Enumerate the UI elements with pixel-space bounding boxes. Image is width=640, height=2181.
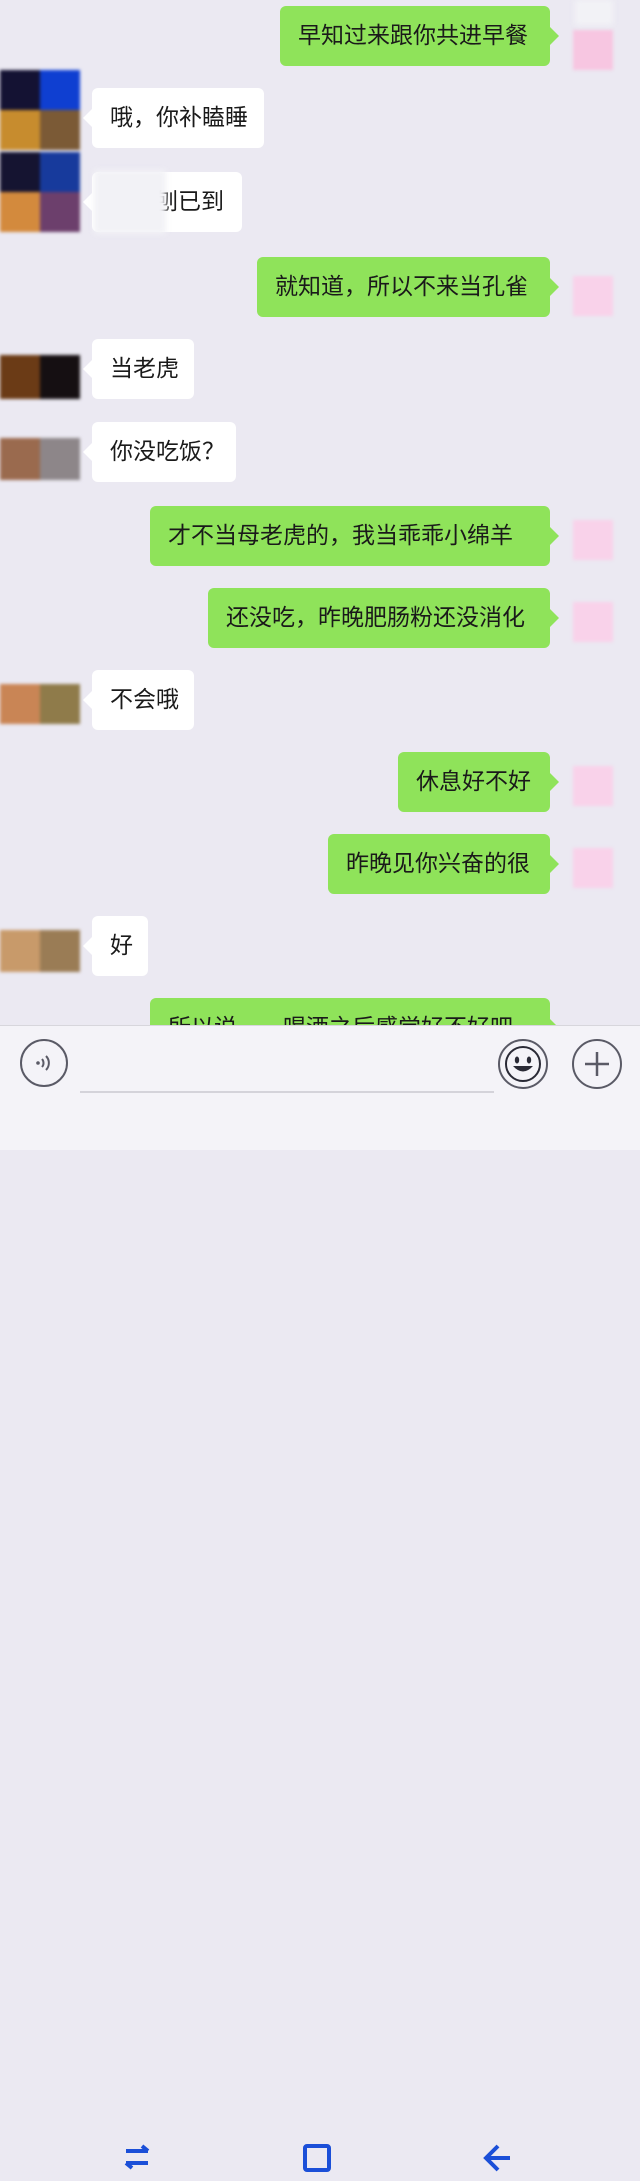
outgoing-message-bubble[interactable]: 昨晚见你兴奋的很 [328, 834, 559, 894]
avatar-blur-patch [575, 0, 613, 25]
own-avatar[interactable] [573, 30, 613, 70]
incoming-message-bubble[interactable]: 好 [83, 916, 148, 976]
voice-wave-icon-glyph [36, 1055, 50, 1071]
recent-apps-icon[interactable] [120, 2141, 154, 2181]
outgoing-message-bubble[interactable]: 早知过来跟你共进早餐 [280, 6, 559, 66]
contact-avatar[interactable] [0, 438, 80, 480]
back-arrow-icon[interactable] [480, 2141, 514, 2181]
own-avatar[interactable] [573, 520, 613, 560]
own-avatar[interactable] [573, 276, 613, 316]
plus-icon[interactable] [572, 1039, 622, 1089]
contact-avatar[interactable] [0, 355, 80, 399]
own-avatar[interactable] [573, 602, 613, 642]
home-icon[interactable] [300, 2141, 334, 2181]
input-toolbar [0, 1025, 640, 2172]
chat-history[interactable]: 早知过来跟你共进早餐 哦，你补瞌睡 刨已到 就知道，所以不来当孔雀 当老虎 你没… [0, 0, 640, 1025]
incoming-message-bubble[interactable]: 不会哦 [83, 670, 194, 730]
voice-wave-icon[interactable] [20, 1039, 68, 1087]
incoming-message-bubble[interactable]: 哦，你补瞌睡 [83, 88, 264, 148]
incoming-message-bubble[interactable]: 你没吃饭？ [83, 422, 236, 482]
contact-avatar[interactable] [0, 152, 80, 232]
incoming-message-bubble[interactable]: 当老虎 [83, 339, 194, 399]
smiley-face-icon[interactable] [498, 1039, 548, 1089]
contact-avatar[interactable] [0, 70, 80, 150]
smiley-face-icon-glyph [505, 1046, 541, 1082]
contact-avatar[interactable] [0, 930, 80, 972]
outgoing-message-bubble[interactable]: 才不当母老虎的，我当乖乖小绵羊 [150, 506, 559, 566]
outgoing-message-bubble[interactable]: 休息好不好 [398, 752, 559, 812]
outgoing-message-bubble[interactable]: 就知道，所以不来当孔雀 [257, 257, 559, 317]
outgoing-message-bubble[interactable]: 还没吃，昨晚肥肠粉还没消化 [208, 588, 559, 648]
own-avatar[interactable] [573, 766, 613, 806]
outgoing-message-bubble[interactable]: 所以说……喝酒之后感觉好不好吧 [150, 998, 559, 1025]
own-avatar[interactable] [573, 848, 613, 888]
text-blur-patch [94, 170, 166, 234]
plus-icon-glyph [585, 1052, 609, 1076]
message-input[interactable] [80, 1039, 494, 1093]
contact-avatar[interactable] [0, 684, 80, 724]
